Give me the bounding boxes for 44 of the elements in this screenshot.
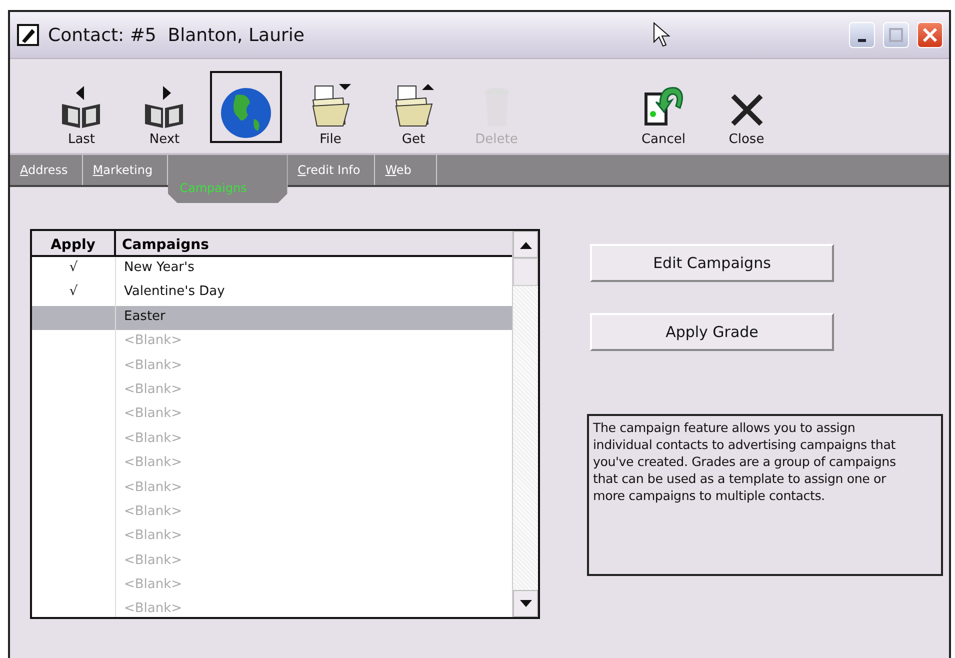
column-header: Apply	[32, 231, 116, 255]
scrollbar[interactable]	[512, 231, 538, 617]
campaign-cell-text: <Blank>	[123, 552, 184, 570]
maximize-icon	[889, 28, 903, 42]
scroll-thumb[interactable]	[513, 258, 538, 286]
campaign-cell-text: <Blank>	[123, 454, 184, 472]
close-icon	[922, 27, 938, 43]
minimize-button[interactable]	[849, 22, 875, 48]
action-button[interactable]: Edit Campaigns	[590, 244, 834, 282]
campaign-cell-text: <Blank>	[123, 380, 184, 399]
mouse-cursor-icon	[653, 22, 671, 48]
prev-button[interactable]: Last	[44, 71, 119, 147]
get-button[interactable]: Get	[376, 71, 451, 147]
campaign-cell-text: <Blank>	[123, 405, 184, 424]
down-arrow-icon	[520, 600, 532, 608]
window-title: Contact: #5 Blanton, Laurie	[48, 24, 306, 46]
tab[interactable]: Campaigns	[168, 155, 288, 203]
campaign-cell-text: <Blank>	[123, 502, 184, 521]
up-arrow-icon	[520, 240, 532, 248]
help-text: The campaign feature allows you to assign individual contacts to advertising campaigns that you've created. Grades are a group of campaigns that can be used as a template to assign one or more campaigns to multiple contacts.	[587, 414, 943, 576]
next-button[interactable]: Next	[127, 71, 202, 147]
scroll-down-button[interactable]	[513, 590, 538, 617]
scroll-up-button[interactable]	[513, 231, 538, 258]
campaign-cell-text: Easter	[123, 308, 166, 326]
campaign-cell-text: <Blank>	[123, 600, 184, 617]
campaign-cell-text: <Blank>	[123, 430, 184, 448]
list-row[interactable]: Easter	[32, 306, 512, 330]
globe-button[interactable]	[210, 71, 282, 143]
close-button[interactable]: Close	[709, 71, 784, 147]
column-header: Campaigns	[121, 236, 210, 255]
globe-icon	[218, 85, 274, 141]
campaign-cell-text: <Blank>	[123, 527, 184, 546]
campaign-cell-text: <Blank>	[123, 356, 184, 375]
close-button[interactable]	[917, 22, 943, 48]
campaign-cell-text: <Blank>	[123, 332, 184, 350]
cancel-button[interactable]: Cancel	[626, 71, 701, 147]
campaign-cell-text: New Year's	[123, 259, 196, 277]
campaign-cell-text: <Blank>	[123, 576, 184, 594]
campaign-cell-text: Valentine's Day	[123, 283, 226, 302]
campaign-cell-text: <Blank>	[123, 478, 184, 497]
file-button[interactable]: File	[293, 71, 368, 147]
minimize-icon	[858, 38, 866, 42]
app-icon	[16, 23, 40, 47]
action-button[interactable]: Apply Grade	[590, 313, 834, 351]
